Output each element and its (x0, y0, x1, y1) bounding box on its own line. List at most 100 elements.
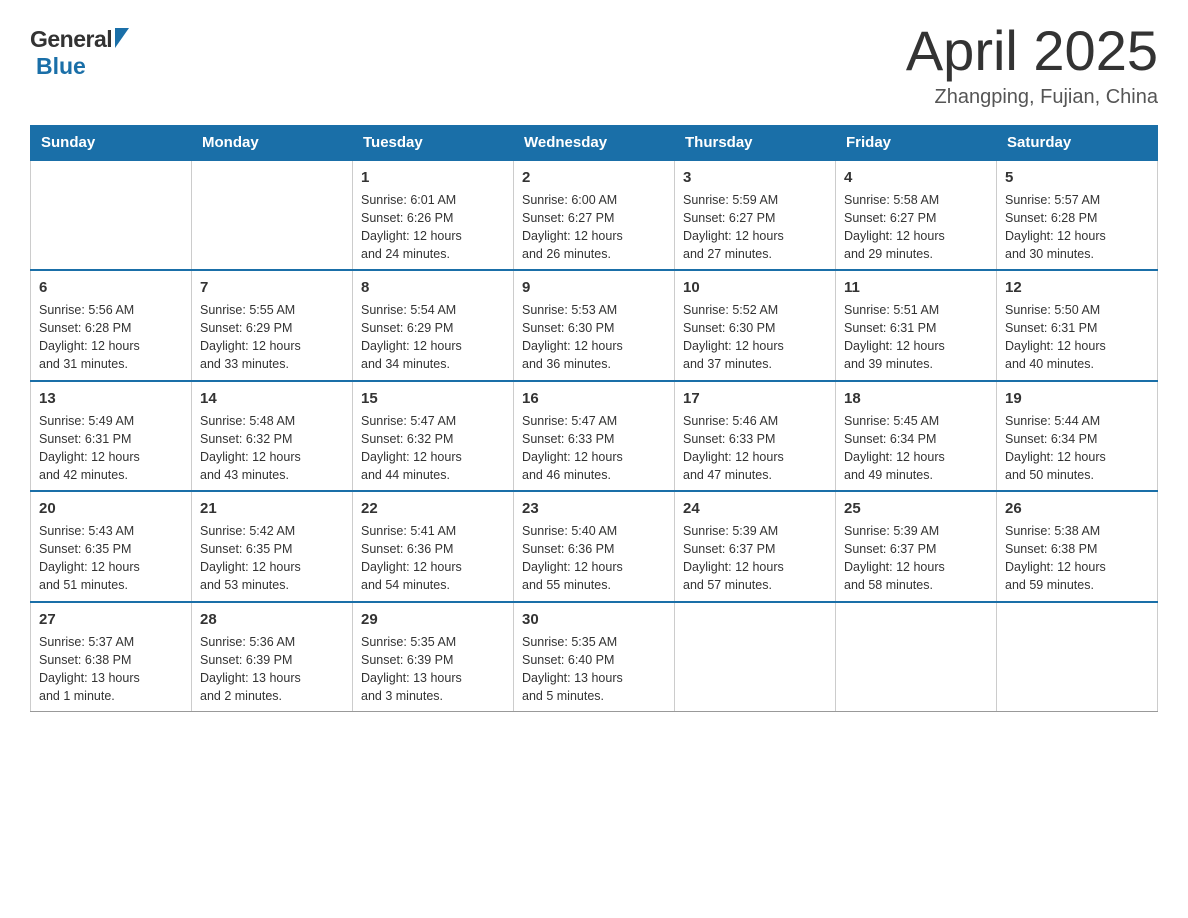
day-cell: 3 Sunrise: 5:59 AM Sunset: 6:27 PM Daylig… (675, 160, 836, 271)
day-number: 24 (683, 498, 827, 519)
day-number: 19 (1005, 388, 1149, 409)
col-header-sunday: Sunday (31, 125, 192, 160)
location: Zhangping, Fujian, China (906, 86, 1158, 109)
col-header-tuesday: Tuesday (353, 125, 514, 160)
logo: General Blue (30, 20, 129, 80)
day-info: Sunrise: 5:46 AM Sunset: 6:33 PM Dayligh… (683, 412, 827, 485)
title-section: April 2025 Zhangping, Fujian, China (906, 20, 1158, 109)
day-info: Sunrise: 6:00 AM Sunset: 6:27 PM Dayligh… (522, 191, 666, 264)
day-number: 11 (844, 277, 988, 298)
day-cell: 20Sunrise: 5:43 AM Sunset: 6:35 PM Dayli… (31, 491, 192, 602)
col-header-wednesday: Wednesday (514, 125, 675, 160)
day-info: Sunrise: 5:49 AM Sunset: 6:31 PM Dayligh… (39, 412, 183, 485)
day-info: Sunrise: 5:39 AM Sunset: 6:37 PM Dayligh… (683, 522, 827, 595)
day-cell: 7 Sunrise: 5:55 AM Sunset: 6:29 PM Daylig… (192, 270, 353, 381)
day-number: 9 (522, 277, 666, 298)
day-number: 1 (361, 167, 505, 188)
day-number: 21 (200, 498, 344, 519)
day-cell: 6Sunrise: 5:56 AM Sunset: 6:28 PM Daylig… (31, 270, 192, 381)
day-number: 27 (39, 609, 183, 630)
day-cell: 15 Sunrise: 5:47 AM Sunset: 6:32 PM Dayli… (353, 381, 514, 492)
day-info: Sunrise: 5:50 AM Sunset: 6:31 PM Dayligh… (1005, 301, 1149, 374)
week-row-3: 13 Sunrise: 5:49 AM Sunset: 6:31 PM Dayli… (31, 381, 1158, 492)
col-header-thursday: Thursday (675, 125, 836, 160)
day-info: Sunrise: 6:01 AM Sunset: 6:26 PM Dayligh… (361, 191, 505, 264)
day-cell: 19 Sunrise: 5:44 AM Sunset: 6:34 PM Dayli… (997, 381, 1158, 492)
day-cell: 16 Sunrise: 5:47 AM Sunset: 6:33 PM Dayli… (514, 381, 675, 492)
day-info: Sunrise: 5:35 AM Sunset: 6:40 PM Dayligh… (522, 633, 666, 706)
day-number: 4 (844, 167, 988, 188)
day-number: 16 (522, 388, 666, 409)
day-number: 22 (361, 498, 505, 519)
day-cell: 30 Sunrise: 5:35 AM Sunset: 6:40 PM Dayli… (514, 602, 675, 712)
day-number: 8 (361, 277, 505, 298)
week-row-1: 1 Sunrise: 6:01 AM Sunset: 6:26 PM Daylig… (31, 160, 1158, 271)
day-info: Sunrise: 5:41 AM Sunset: 6:36 PM Dayligh… (361, 522, 505, 595)
page-header: General Blue April 2025 Zhangping, Fujia… (30, 20, 1158, 109)
day-info: Sunrise: 5:58 AM Sunset: 6:27 PM Dayligh… (844, 191, 988, 264)
day-cell: 13 Sunrise: 5:49 AM Sunset: 6:31 PM Dayli… (31, 381, 192, 492)
day-info: Sunrise: 5:47 AM Sunset: 6:33 PM Dayligh… (522, 412, 666, 485)
day-number: 14 (200, 388, 344, 409)
day-number: 12 (1005, 277, 1149, 298)
day-cell: 12 Sunrise: 5:50 AM Sunset: 6:31 PM Dayli… (997, 270, 1158, 381)
day-cell (31, 160, 192, 271)
day-number: 30 (522, 609, 666, 630)
day-cell: 26Sunrise: 5:38 AM Sunset: 6:38 PM Dayli… (997, 491, 1158, 602)
col-header-saturday: Saturday (997, 125, 1158, 160)
day-info: Sunrise: 5:36 AM Sunset: 6:39 PM Dayligh… (200, 633, 344, 706)
day-cell (997, 602, 1158, 712)
day-number: 2 (522, 167, 666, 188)
day-cell: 5 Sunrise: 5:57 AM Sunset: 6:28 PM Daylig… (997, 160, 1158, 271)
day-cell: 10Sunrise: 5:52 AM Sunset: 6:30 PM Dayli… (675, 270, 836, 381)
day-number: 18 (844, 388, 988, 409)
col-header-friday: Friday (836, 125, 997, 160)
day-cell: 2 Sunrise: 6:00 AM Sunset: 6:27 PM Daylig… (514, 160, 675, 271)
day-cell: 27 Sunrise: 5:37 AM Sunset: 6:38 PM Dayli… (31, 602, 192, 712)
day-number: 28 (200, 609, 344, 630)
logo-blue-text: Blue (36, 53, 86, 80)
day-info: Sunrise: 5:57 AM Sunset: 6:28 PM Dayligh… (1005, 191, 1149, 264)
day-cell: 28 Sunrise: 5:36 AM Sunset: 6:39 PM Dayli… (192, 602, 353, 712)
col-header-monday: Monday (192, 125, 353, 160)
day-cell: 24 Sunrise: 5:39 AM Sunset: 6:37 PM Dayli… (675, 491, 836, 602)
day-number: 17 (683, 388, 827, 409)
day-cell: 23Sunrise: 5:40 AM Sunset: 6:36 PM Dayli… (514, 491, 675, 602)
day-number: 23 (522, 498, 666, 519)
day-info: Sunrise: 5:48 AM Sunset: 6:32 PM Dayligh… (200, 412, 344, 485)
day-cell: 21 Sunrise: 5:42 AM Sunset: 6:35 PM Dayli… (192, 491, 353, 602)
logo-arrow-icon (115, 28, 129, 53)
day-info: Sunrise: 5:47 AM Sunset: 6:32 PM Dayligh… (361, 412, 505, 485)
day-cell (836, 602, 997, 712)
day-cell: 4 Sunrise: 5:58 AM Sunset: 6:27 PM Daylig… (836, 160, 997, 271)
day-cell (192, 160, 353, 271)
day-info: Sunrise: 5:55 AM Sunset: 6:29 PM Dayligh… (200, 301, 344, 374)
day-info: Sunrise: 5:52 AM Sunset: 6:30 PM Dayligh… (683, 301, 827, 374)
day-info: Sunrise: 5:37 AM Sunset: 6:38 PM Dayligh… (39, 633, 183, 706)
logo-general-text: General (30, 26, 112, 53)
day-cell: 18 Sunrise: 5:45 AM Sunset: 6:34 PM Dayli… (836, 381, 997, 492)
day-cell: 25Sunrise: 5:39 AM Sunset: 6:37 PM Dayli… (836, 491, 997, 602)
day-cell (675, 602, 836, 712)
day-number: 13 (39, 388, 183, 409)
day-info: Sunrise: 5:45 AM Sunset: 6:34 PM Dayligh… (844, 412, 988, 485)
day-info: Sunrise: 5:59 AM Sunset: 6:27 PM Dayligh… (683, 191, 827, 264)
day-number: 25 (844, 498, 988, 519)
day-number: 5 (1005, 167, 1149, 188)
calendar-table: SundayMondayTuesdayWednesdayThursdayFrid… (30, 125, 1158, 713)
day-cell: 29Sunrise: 5:35 AM Sunset: 6:39 PM Dayli… (353, 602, 514, 712)
day-info: Sunrise: 5:42 AM Sunset: 6:35 PM Dayligh… (200, 522, 344, 595)
day-info: Sunrise: 5:51 AM Sunset: 6:31 PM Dayligh… (844, 301, 988, 374)
week-row-4: 20Sunrise: 5:43 AM Sunset: 6:35 PM Dayli… (31, 491, 1158, 602)
day-info: Sunrise: 5:56 AM Sunset: 6:28 PM Dayligh… (39, 301, 183, 374)
day-number: 7 (200, 277, 344, 298)
day-info: Sunrise: 5:54 AM Sunset: 6:29 PM Dayligh… (361, 301, 505, 374)
day-number: 15 (361, 388, 505, 409)
day-info: Sunrise: 5:53 AM Sunset: 6:30 PM Dayligh… (522, 301, 666, 374)
day-number: 3 (683, 167, 827, 188)
day-info: Sunrise: 5:43 AM Sunset: 6:35 PM Dayligh… (39, 522, 183, 595)
day-cell: 11 Sunrise: 5:51 AM Sunset: 6:31 PM Dayli… (836, 270, 997, 381)
week-row-2: 6Sunrise: 5:56 AM Sunset: 6:28 PM Daylig… (31, 270, 1158, 381)
day-cell: 14 Sunrise: 5:48 AM Sunset: 6:32 PM Dayli… (192, 381, 353, 492)
day-info: Sunrise: 5:44 AM Sunset: 6:34 PM Dayligh… (1005, 412, 1149, 485)
